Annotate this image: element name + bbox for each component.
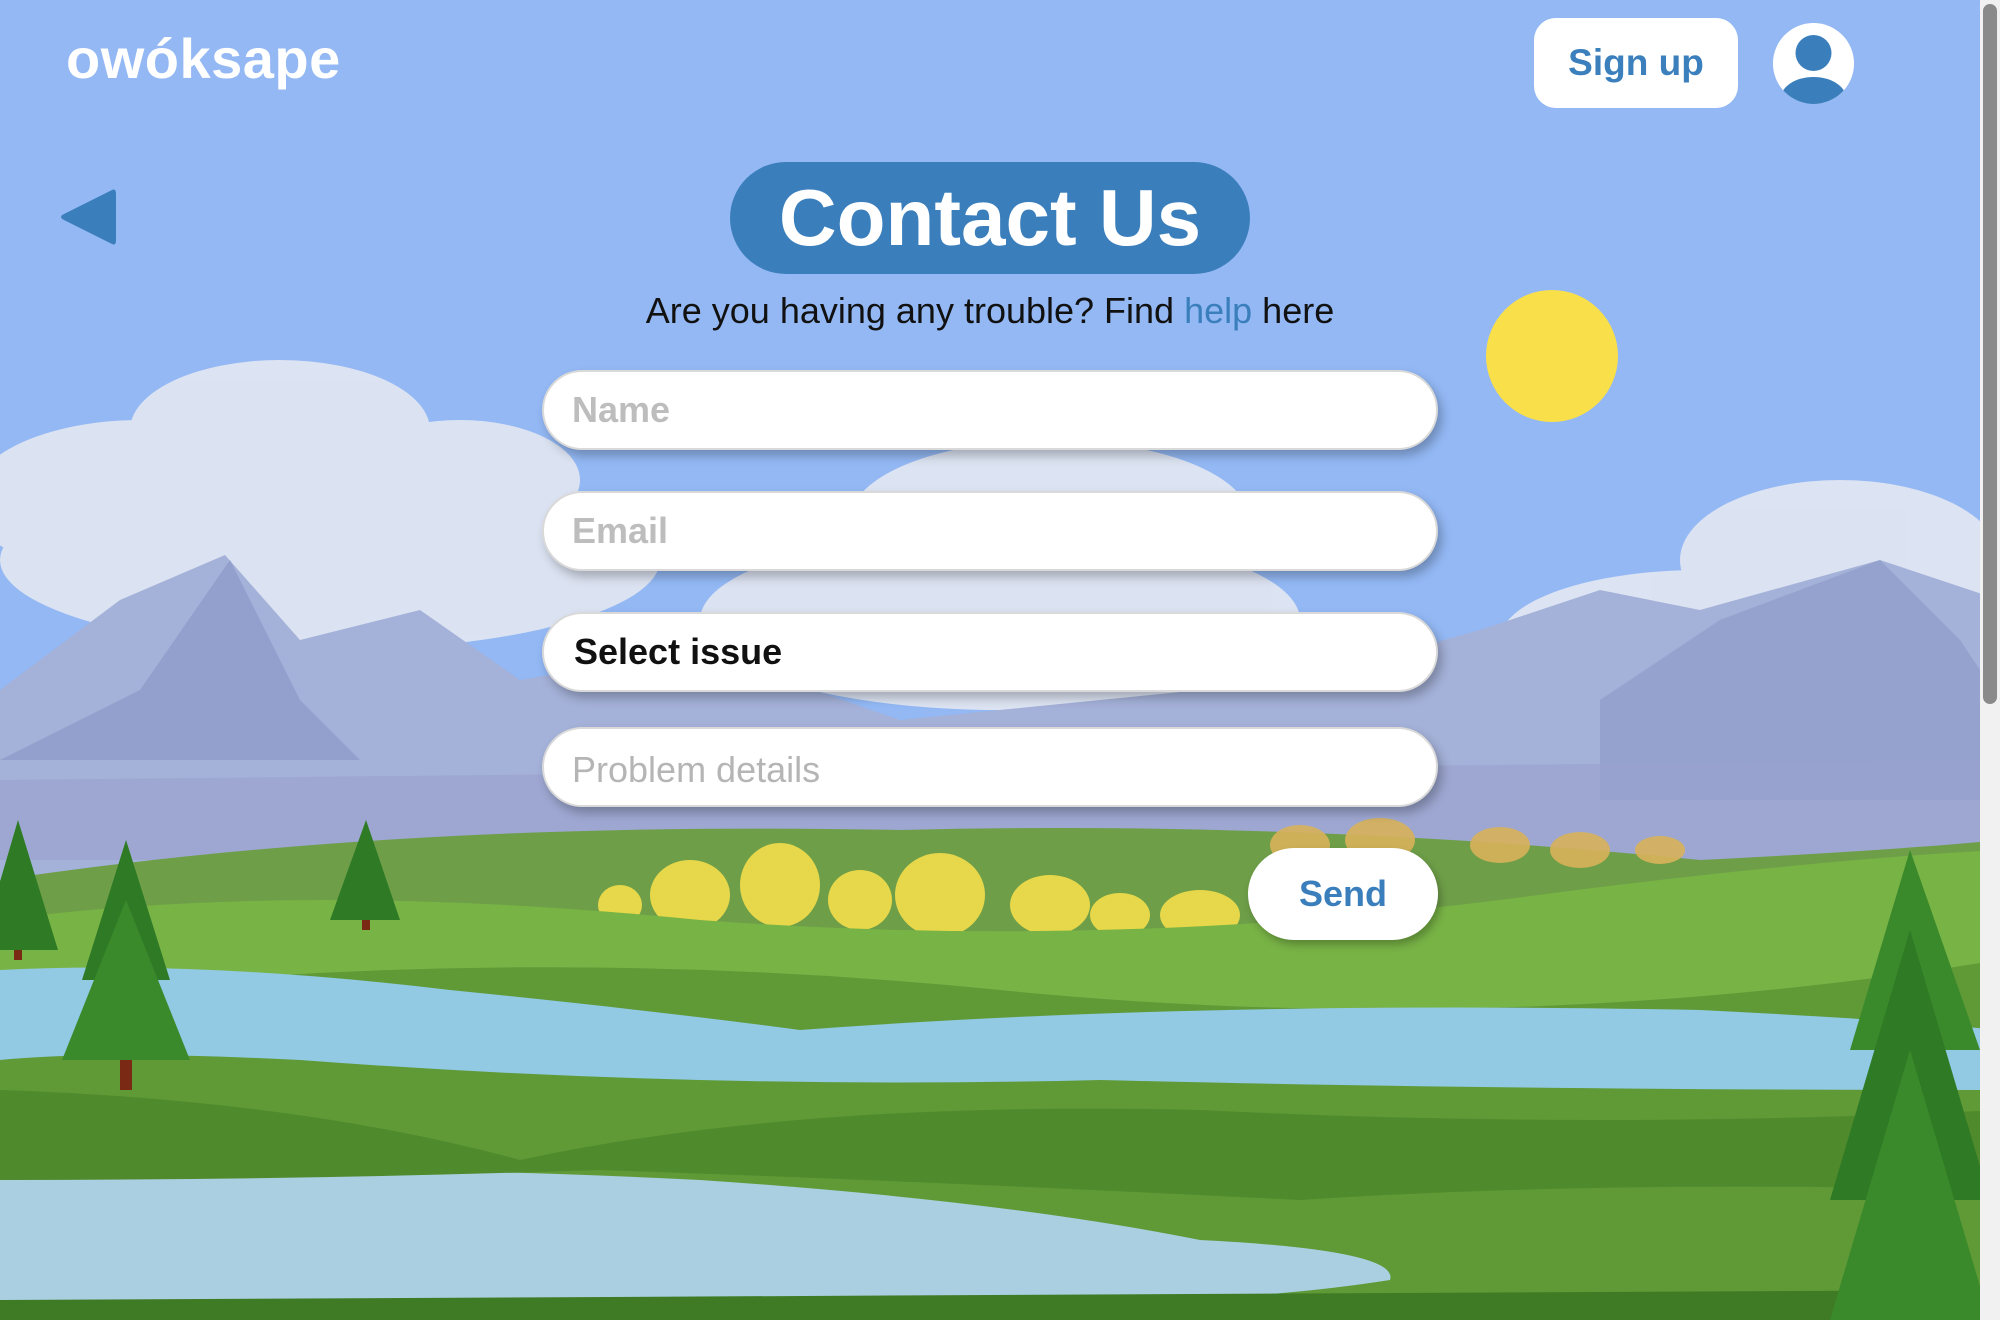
subtitle-text-before: Are you having any trouble? Find [645,290,1175,331]
help-link[interactable]: help [1184,290,1252,331]
problem-details-input[interactable] [544,729,1436,805]
email-input[interactable] [544,493,1436,569]
back-arrow-icon[interactable] [58,184,118,250]
user-avatar-icon[interactable] [1773,23,1854,104]
sign-up-button[interactable]: Sign up [1534,18,1738,108]
issue-select[interactable]: Select issue [542,612,1438,692]
email-field-wrapper [542,491,1438,571]
site-logo[interactable]: owóksape [66,26,341,91]
page-title: Contact Us [730,162,1250,274]
scrollbar-thumb[interactable] [1983,4,1997,704]
details-field-wrapper [542,727,1438,807]
help-subtitle: Are you having any trouble? Find help he… [0,290,1980,332]
name-field-wrapper [542,370,1438,450]
subtitle-text-after: here [1262,290,1335,331]
send-button[interactable]: Send [1248,848,1438,940]
name-input[interactable] [544,372,1436,448]
